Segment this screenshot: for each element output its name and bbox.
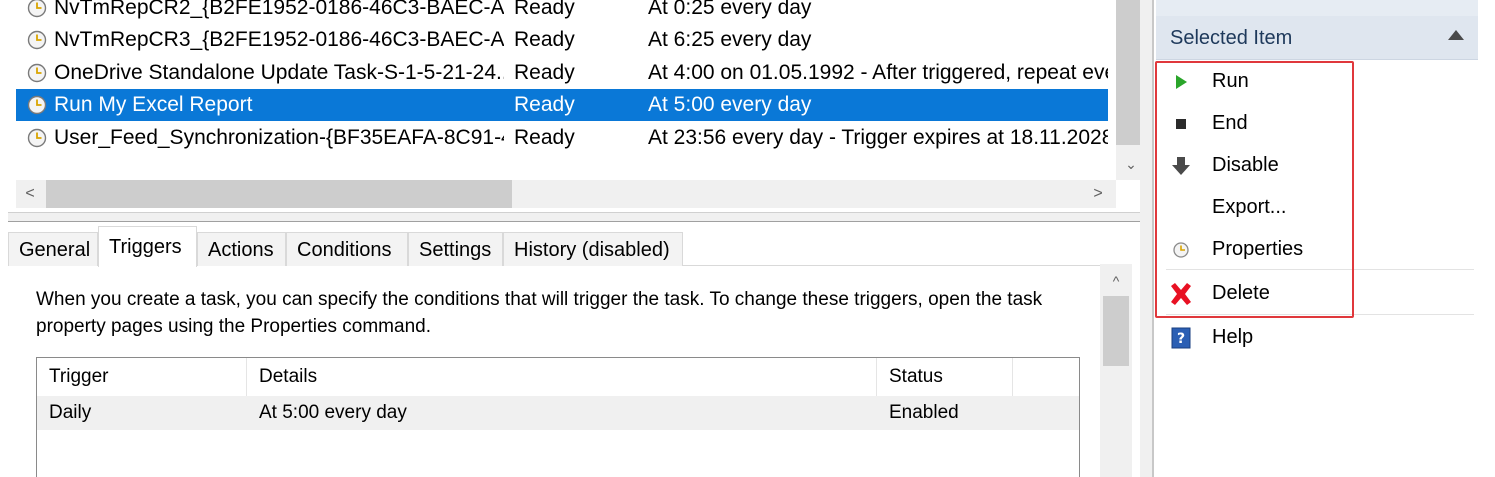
task-status: Ready — [514, 28, 575, 51]
tab-settings[interactable]: Settings — [408, 232, 503, 266]
task-status: Ready — [514, 126, 575, 149]
tab-conditions[interactable]: Conditions — [286, 232, 408, 266]
run-icon — [1176, 75, 1187, 89]
separator — [1166, 314, 1474, 315]
task-name: NvTmRepCR2_{B2FE1952-0186-46C3-BAEC-A80.… — [54, 0, 504, 19]
details-cell: At 5:00 every day — [259, 402, 407, 423]
scroll-left-arrow[interactable]: < — [16, 180, 44, 208]
task-status: Ready — [514, 93, 575, 116]
action-run[interactable]: Run — [1156, 60, 1478, 102]
actions-pane-header-strip — [1156, 0, 1478, 16]
svg-text:?: ? — [1177, 331, 1185, 347]
task-name: OneDrive Standalone Update Task-S-1-5-21… — [54, 61, 504, 84]
action-export[interactable]: Export... — [1156, 186, 1478, 228]
task-triggers: At 4:00 on 01.05.1992 - After triggered,… — [648, 61, 1108, 84]
delete-icon — [1171, 283, 1191, 305]
scroll-right-arrow[interactable]: > — [1084, 180, 1112, 208]
task-list-horizontal-scrollbar[interactable]: < > — [16, 180, 1116, 208]
scroll-up-arrow[interactable]: ^ — [1100, 270, 1132, 292]
tab-triggers[interactable]: Triggers — [98, 226, 197, 267]
action-end[interactable]: End — [1156, 102, 1478, 144]
task-row[interactable]: OneDrive Standalone Update Task-S-1-5-21… — [16, 57, 1108, 89]
action-label: Disable — [1212, 154, 1279, 176]
triggers-table: Trigger Details Status Daily At 5:00 eve… — [36, 357, 1080, 477]
frame-divider[interactable] — [1140, 0, 1154, 477]
action-help[interactable]: ? Help — [1156, 316, 1478, 358]
tab-general[interactable]: General — [8, 232, 98, 266]
triggers-description: When you create a task, you can specify … — [36, 289, 1043, 337]
action-label: Delete — [1212, 282, 1270, 304]
status-cell: Enabled — [889, 402, 959, 423]
task-clock-icon — [27, 0, 47, 18]
task-triggers: At 6:25 every day — [648, 28, 812, 51]
action-disable[interactable]: Disable — [1156, 144, 1478, 186]
task-row[interactable]: User_Feed_Synchronization-{BF35EAFA-8C91… — [16, 122, 1108, 154]
trigger-cell: Daily — [49, 402, 92, 423]
scrollbar-thumb[interactable] — [46, 180, 512, 208]
properties-icon — [1173, 242, 1189, 258]
task-name: Run My Excel Report — [54, 93, 253, 116]
scrollbar-thumb[interactable] — [1116, 0, 1140, 145]
tab-content-vertical-scrollbar[interactable]: ^ — [1100, 264, 1132, 477]
help-icon: ? — [1171, 327, 1191, 349]
table-row[interactable]: Daily At 5:00 every day Enabled — [37, 396, 1079, 430]
action-label: Help — [1212, 326, 1254, 348]
collapse-arrow-icon[interactable] — [1448, 30, 1464, 40]
selected-item-section-header[interactable]: Selected Item — [1156, 16, 1478, 60]
task-triggers: At 0:25 every day — [648, 0, 812, 19]
task-row-selected[interactable]: Run My Excel Report Ready At 5:00 every … — [16, 89, 1108, 121]
column-header-trigger[interactable]: Trigger — [37, 358, 247, 396]
pane-splitter[interactable] — [8, 212, 1140, 222]
action-label: End — [1212, 112, 1248, 134]
task-clock-icon — [27, 95, 47, 115]
task-status: Ready — [514, 0, 575, 19]
action-label: Export... — [1212, 196, 1287, 218]
section-title: Selected Item — [1170, 27, 1293, 49]
task-list: NvTmRepCR2_{B2FE1952-0186-46C3-BAEC-A80.… — [8, 0, 1140, 210]
scrollbar-thumb[interactable] — [1103, 296, 1129, 366]
task-name: User_Feed_Synchronization-{BF35EAFA-8C91… — [54, 126, 504, 149]
action-properties[interactable]: Properties — [1156, 228, 1478, 270]
task-clock-icon — [27, 128, 47, 148]
tab-actions[interactable]: Actions — [197, 232, 286, 266]
task-row[interactable]: NvTmRepCR3_{B2FE1952-0186-46C3-BAEC-A80.… — [16, 24, 1108, 56]
column-header-status[interactable]: Status — [877, 358, 1013, 396]
action-delete[interactable]: Delete — [1156, 272, 1478, 314]
column-header-details[interactable]: Details — [247, 358, 877, 396]
end-icon — [1176, 119, 1186, 129]
task-row[interactable]: NvTmRepCR2_{B2FE1952-0186-46C3-BAEC-A80.… — [16, 0, 1108, 24]
task-list-vertical-scrollbar[interactable]: ⌄ — [1116, 0, 1140, 180]
task-triggers: At 5:00 every day — [648, 93, 812, 116]
tab-history[interactable]: History (disabled) — [503, 232, 683, 266]
task-clock-icon — [27, 63, 47, 83]
task-triggers: At 23:56 every day - Trigger expires at … — [648, 126, 1108, 149]
separator — [1166, 269, 1474, 270]
task-name: NvTmRepCR3_{B2FE1952-0186-46C3-BAEC-A80.… — [54, 28, 504, 51]
disable-icon — [1172, 157, 1190, 175]
scroll-down-arrow[interactable]: ⌄ — [1116, 152, 1140, 176]
tab-strip: General Triggers Actions Conditions Sett… — [8, 226, 1108, 267]
task-status: Ready — [514, 61, 575, 84]
actions-pane: Selected Item Run End Disable Export... … — [1156, 0, 1495, 477]
triggers-tab-content: When you create a task, you can specify … — [8, 266, 1108, 477]
action-label: Run — [1212, 70, 1249, 92]
task-clock-icon — [27, 30, 47, 50]
action-label: Properties — [1212, 238, 1304, 260]
